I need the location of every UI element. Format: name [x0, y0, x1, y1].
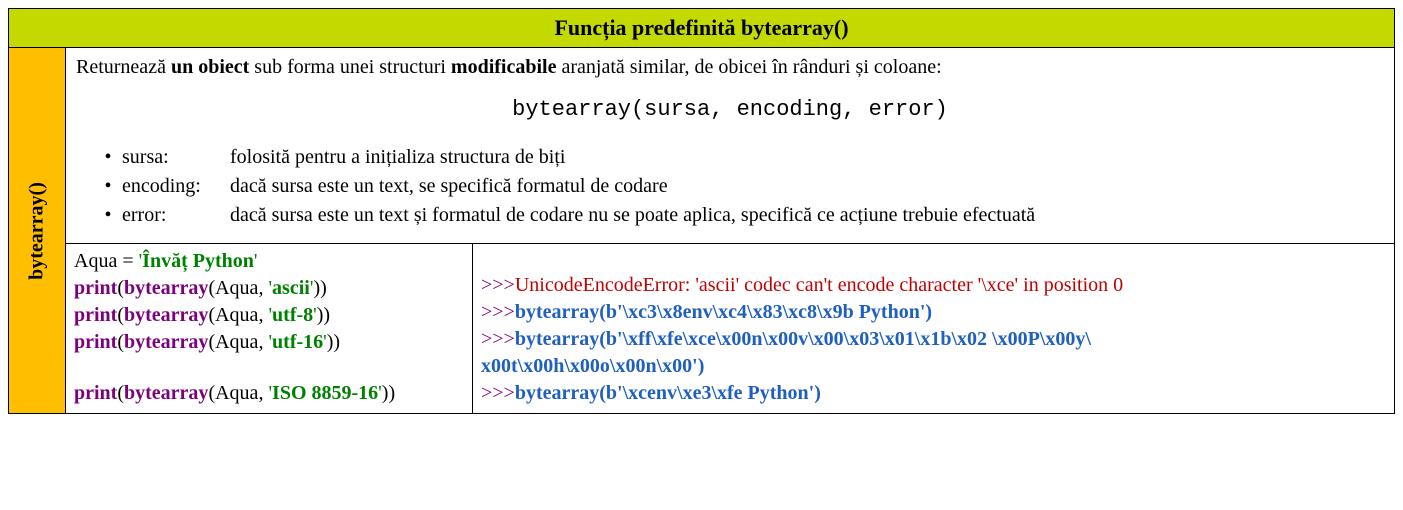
code-paren: ( [117, 382, 124, 404]
output-line: >>>bytearray(b'\xc3\x8env\xc4\x83\xc8\x9… [481, 299, 1386, 326]
code-paren: )) [327, 331, 340, 353]
param-name: error: [122, 202, 230, 229]
syntax-line: bytearray(sursa, encoding, error) [76, 97, 1384, 122]
sidebar: bytearray() [9, 48, 66, 413]
desc-post: aranjată similar, de obicei în rânduri ș… [556, 56, 941, 78]
output-value: bytearray(b'\xff\xfe\xce\x00n\x00v\x00\x… [515, 328, 1091, 350]
bullet-icon: • [94, 144, 122, 171]
description-block: Returnează un obiect sub forma unei stru… [66, 48, 1394, 244]
output-value: bytearray(b'\xcenv\xe3\xfe Python') [515, 382, 821, 404]
blank-line [481, 248, 1386, 272]
repl-prompt: >>> [481, 274, 515, 296]
code-paren: )) [313, 277, 326, 299]
output-line: >>>UnicodeEncodeError: 'ascii' codec can… [481, 272, 1386, 299]
param-item: • sursa: folosită pentru a inițializa st… [94, 144, 1384, 171]
code-print: print [74, 331, 117, 353]
desc-pre: Returnează [76, 56, 171, 78]
code-eq: = [117, 250, 138, 272]
code-print: print [74, 277, 117, 299]
bullet-icon: • [94, 202, 122, 229]
code-line: print(bytearray(Aqua, 'ascii')) [74, 275, 464, 302]
output-line: x00t\x00h\x00o\x00n\x00') [481, 353, 1386, 380]
example-row: Aqua = 'Învăț Python' print(bytearray(Aq… [66, 244, 1394, 413]
code-func: bytearray [124, 304, 208, 326]
code-func: bytearray [124, 277, 208, 299]
param-name: sursa: [122, 144, 230, 171]
code-paren: ( [117, 331, 124, 353]
repl-prompt: >>> [481, 382, 515, 404]
param-item: • error: dacă sursa este un text și form… [94, 202, 1384, 229]
code-string: Învăț Python [142, 250, 254, 272]
card-title: Funcția predefinită bytearray() [554, 15, 848, 40]
code-paren: ( [117, 277, 124, 299]
code-comma: , [258, 277, 268, 299]
output-error: UnicodeEncodeError: 'ascii' codec can't … [515, 274, 1123, 296]
code-comma: , [258, 382, 268, 404]
code-comma: , [258, 331, 268, 353]
repl-prompt: >>> [481, 328, 515, 350]
param-desc: dacă sursa este un text, se specifică fo… [230, 173, 1384, 200]
param-desc: folosită pentru a inițializa structura d… [230, 144, 1384, 171]
output-line: >>>bytearray(b'\xcenv\xe3\xfe Python') [481, 380, 1386, 407]
code-var: Aqua [215, 277, 258, 299]
code-encoding: utf-8 [272, 304, 313, 326]
param-name: encoding: [122, 173, 230, 200]
repl-prompt: >>> [481, 301, 515, 323]
code-line: print(bytearray(Aqua, 'utf-16')) [74, 329, 464, 356]
description-text: Returnează un obiect sub forma unei stru… [76, 56, 1384, 79]
card-body: bytearray() Returnează un obiect sub for… [9, 48, 1394, 413]
code-func: bytearray [124, 331, 208, 353]
param-list: • sursa: folosită pentru a inițializa st… [94, 144, 1384, 229]
desc-bold-1: un obiect [171, 56, 249, 78]
desc-mid: sub forma unei structuri [249, 56, 451, 78]
bullet-icon: • [94, 173, 122, 200]
code-paren: )) [317, 304, 330, 326]
output-line: >>>bytearray(b'\xff\xfe\xce\x00n\x00v\x0… [481, 326, 1386, 353]
code-paren: ( [117, 304, 124, 326]
code-var: Aqua [215, 382, 258, 404]
code-var: Aqua [215, 331, 258, 353]
reference-card: Funcția predefinită bytearray() bytearra… [8, 8, 1395, 414]
code-var: Aqua [215, 304, 258, 326]
code-var: Aqua [74, 250, 117, 272]
desc-bold-2: modificabile [451, 56, 557, 78]
code-line: Aqua = 'Învăț Python' [74, 248, 464, 275]
code-print: print [74, 304, 117, 326]
main-column: Returnează un obiect sub forma unei stru… [66, 48, 1394, 413]
output-value: x00t\x00h\x00o\x00n\x00') [481, 355, 704, 377]
blank-line [74, 356, 464, 380]
code-quote: ' [254, 250, 258, 272]
code-comma: , [258, 304, 268, 326]
code-input-cell: Aqua = 'Învăț Python' print(bytearray(Aq… [66, 244, 473, 413]
card-header: Funcția predefinită bytearray() [9, 9, 1394, 48]
code-func: bytearray [124, 382, 208, 404]
sidebar-label: bytearray() [26, 182, 49, 280]
param-item: • encoding: dacă sursa este un text, se … [94, 173, 1384, 200]
code-encoding: utf-16 [272, 331, 323, 353]
code-output-cell: >>>UnicodeEncodeError: 'ascii' codec can… [473, 244, 1394, 413]
param-desc: dacă sursa este un text și formatul de c… [230, 202, 1384, 229]
code-encoding: ascii [272, 277, 310, 299]
code-print: print [74, 382, 117, 404]
output-value: bytearray(b'\xc3\x8env\xc4\x83\xc8\x9b P… [515, 301, 932, 323]
code-encoding: ISO 8859-16 [272, 382, 378, 404]
code-paren: )) [382, 382, 395, 404]
code-line: print(bytearray(Aqua, 'utf-8')) [74, 302, 464, 329]
code-line: print(bytearray(Aqua, 'ISO 8859-16')) [74, 380, 464, 407]
